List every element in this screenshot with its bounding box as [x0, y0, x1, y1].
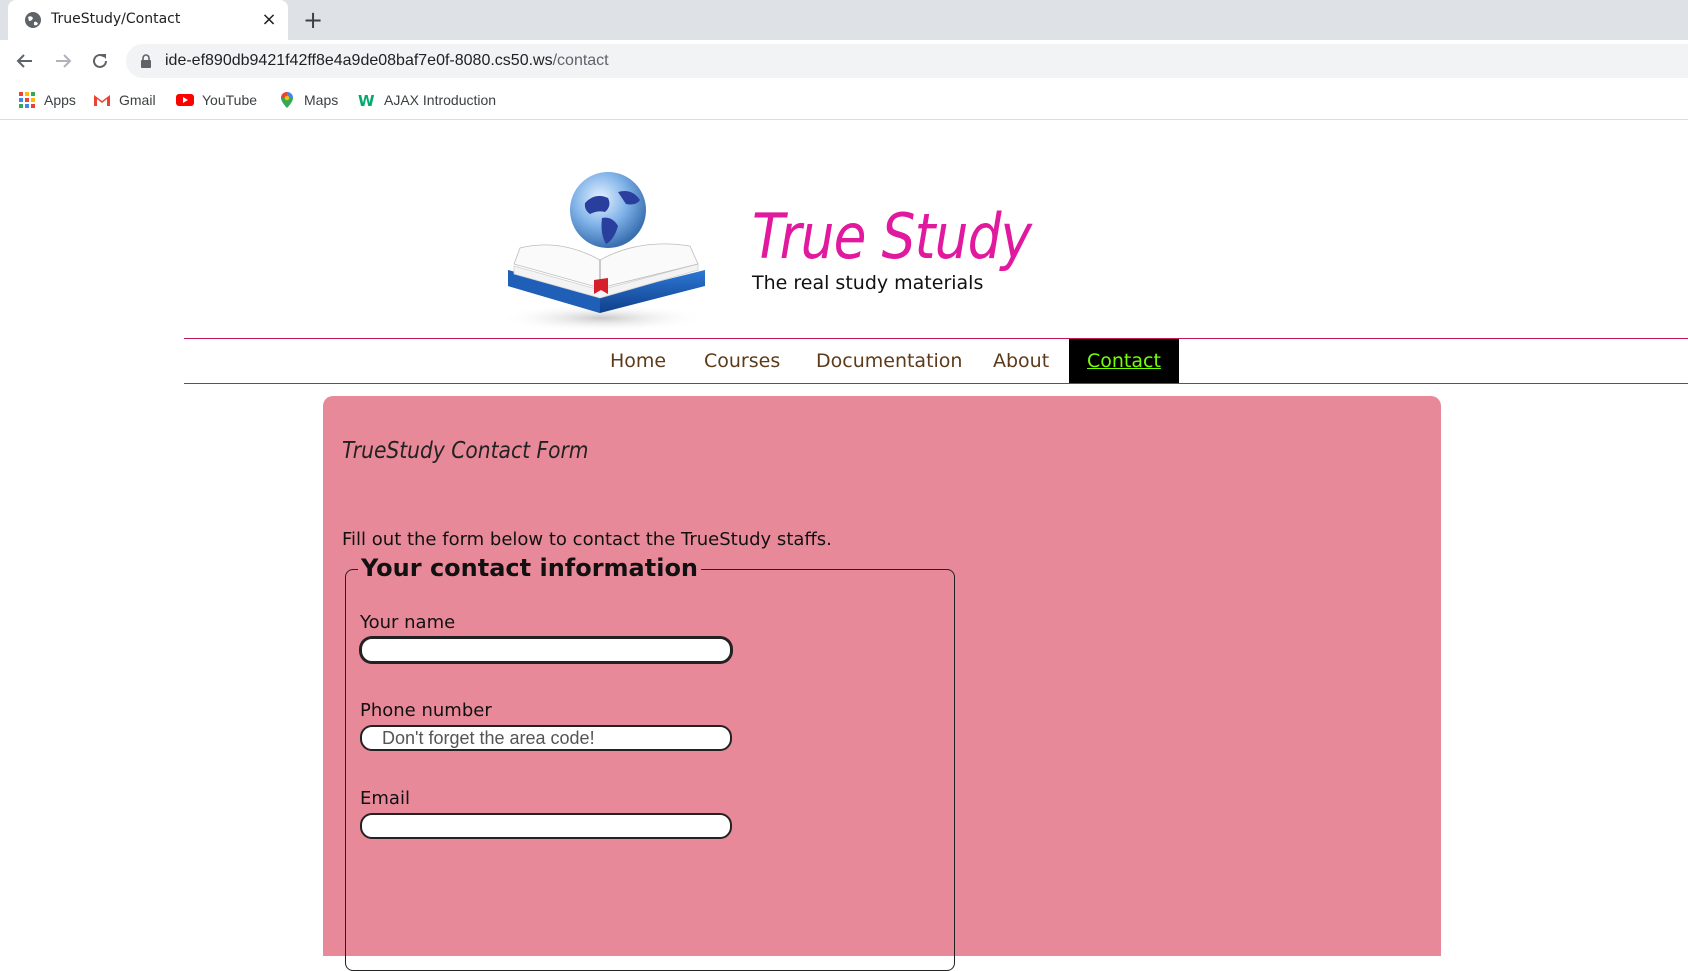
name-label: Your name: [360, 612, 456, 633]
close-tab-icon[interactable]: ×: [260, 11, 278, 29]
browser-tab[interactable]: TrueStudy/Contact ×: [8, 0, 288, 40]
bookmark-label: YouTube: [202, 92, 258, 108]
bookmark-label: Apps: [44, 92, 76, 108]
bookmark-maps[interactable]: Maps: [278, 89, 338, 111]
svg-text:W: W: [358, 92, 375, 109]
apps-grid-icon: [19, 92, 35, 108]
bookmark-label: AJAX Introduction: [384, 92, 497, 108]
reload-icon[interactable]: [89, 50, 111, 72]
phone-label: Phone number: [360, 700, 492, 721]
bookmark-label: Maps: [304, 92, 339, 108]
site-tagline: The real study materials: [752, 272, 984, 294]
gmail-icon: [94, 95, 110, 106]
bookmark-label: Gmail: [119, 92, 156, 108]
bookmark-youtube[interactable]: YouTube: [176, 89, 257, 111]
bookmark-ajax-introduction[interactable]: W AJAX Introduction: [358, 89, 496, 111]
bookmark-gmail[interactable]: Gmail: [93, 89, 156, 111]
nav-link-documentation[interactable]: Documentation: [798, 339, 980, 383]
email-input[interactable]: [360, 813, 732, 839]
forward-arrow-icon[interactable]: [52, 50, 74, 72]
url-host: ide-ef890db9421f42ff8e4a9de08baf7e0f-808…: [165, 52, 553, 69]
email-label: Email: [360, 788, 410, 809]
name-input[interactable]: [360, 637, 732, 663]
globe-book-logo: [497, 172, 707, 332]
bookmarks-bar: Apps Gmail YouTube Maps W AJAX Introduct…: [0, 82, 1688, 120]
nav-link-home[interactable]: Home: [592, 339, 684, 383]
new-tab-icon[interactable]: +: [302, 8, 324, 32]
site-title: True Study: [752, 200, 1032, 273]
youtube-icon: [176, 94, 194, 106]
contact-info-fieldset: Your contact information Your name Phone…: [345, 554, 955, 971]
tab-strip: TrueStudy/Contact × +: [0, 0, 1688, 40]
webpage: True Study The real study materials Home…: [0, 120, 1688, 971]
nav-link-about[interactable]: About: [975, 339, 1067, 383]
contact-form-intro: Fill out the form below to contact the T…: [342, 529, 832, 550]
lock-icon[interactable]: [140, 54, 152, 68]
browser-toolbar: ide-ef890db9421f42ff8e4a9de08baf7e0f-808…: [0, 40, 1688, 82]
url-text: ide-ef890db9421f42ff8e4a9de08baf7e0f-808…: [165, 52, 609, 70]
maps-pin-icon: [281, 92, 293, 108]
w3schools-icon: W: [358, 92, 375, 109]
back-arrow-icon[interactable]: [14, 50, 36, 72]
phone-input[interactable]: [360, 725, 732, 751]
contact-form-heading: TrueStudy Contact Form: [342, 438, 589, 464]
url-path: /contact: [552, 52, 609, 69]
contact-panel: TrueStudy Contact Form Fill out the form…: [323, 396, 1441, 971]
globe-icon: [25, 12, 41, 28]
nav-link-courses[interactable]: Courses: [686, 339, 798, 383]
tab-title: TrueStudy/Contact: [51, 11, 181, 27]
nav-link-contact[interactable]: Contact: [1069, 339, 1179, 383]
address-bar[interactable]: ide-ef890db9421f42ff8e4a9de08baf7e0f-808…: [126, 44, 1688, 78]
main-navigation: Home Courses Documentation About Contact: [184, 338, 1688, 384]
fieldset-legend: Your contact information: [358, 554, 702, 582]
bookmark-apps[interactable]: Apps: [18, 89, 76, 111]
